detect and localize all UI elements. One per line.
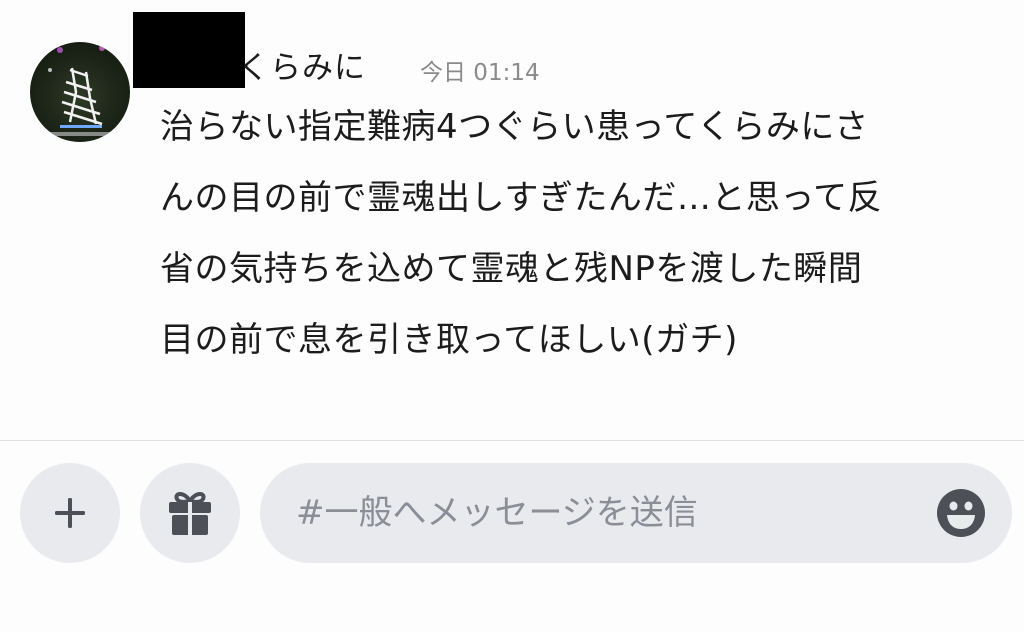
redacted-username-block: [133, 12, 245, 88]
message-line: 目の前で息を引き取ってほしい(ガチ): [160, 320, 738, 360]
chat-screen: くらみに 今日 01:14 治らない指定難病4つぐらい患ってくらみにさ んの目の…: [0, 0, 1024, 632]
message-line: んの目の前で霊魂出しすぎたんだ…と思って反: [160, 178, 883, 218]
message-line: 省の気持ちを込めて霊魂と残NPを渡した瞬間: [160, 249, 863, 289]
chat-message: くらみに 今日 01:14 治らない指定難病4つぐらい患ってくらみにさ んの目の…: [0, 0, 1024, 440]
plus-icon: [55, 498, 85, 528]
add-attachment-button[interactable]: [20, 463, 120, 563]
composer-divider: [0, 440, 1024, 441]
gift-button[interactable]: [140, 463, 240, 563]
message-timestamp: 今日 01:14: [420, 60, 540, 86]
emoji-picker-button[interactable]: [936, 488, 986, 538]
user-avatar[interactable]: [30, 42, 130, 142]
message-input[interactable]: #一般へメッセージを送信: [260, 463, 1012, 563]
gift-icon: [169, 492, 211, 535]
smiley-face-icon: [937, 489, 985, 537]
avatar-image: [48, 45, 112, 136]
author-name[interactable]: くらみに: [238, 44, 366, 92]
message-input-placeholder: #一般へメッセージを送信: [296, 493, 698, 533]
message-line: 治らない指定難病4つぐらい患ってくらみにさ: [160, 107, 869, 147]
message-content: 治らない指定難病4つぐらい患ってくらみにさ んの目の前で霊魂出しすぎたんだ…と思…: [160, 92, 998, 376]
